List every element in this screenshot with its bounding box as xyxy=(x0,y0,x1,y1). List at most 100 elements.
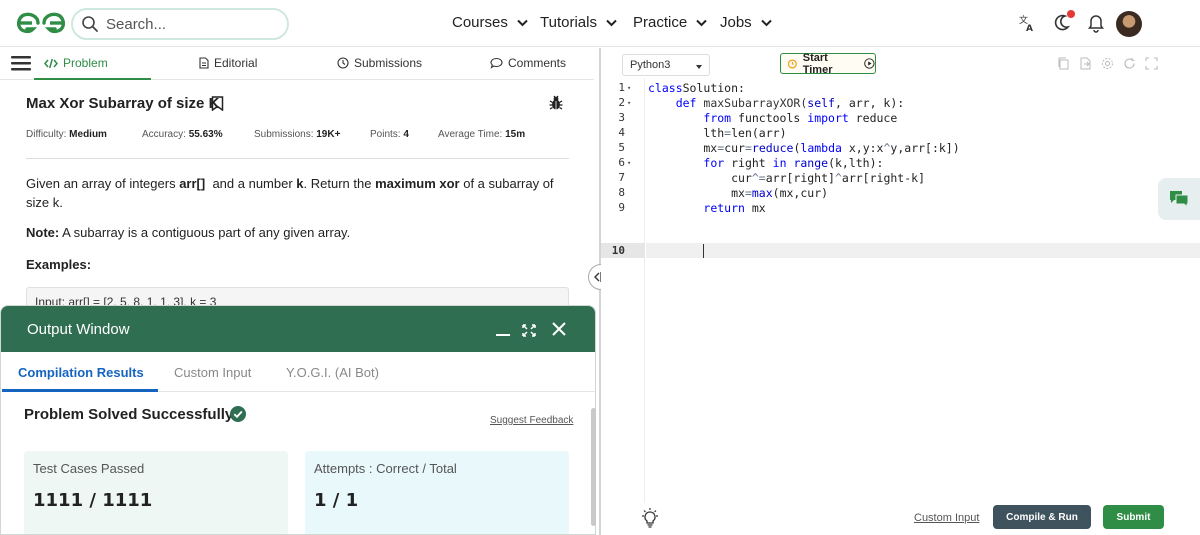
code-token: y,arr[:k]) xyxy=(890,141,960,155)
desc-text: Given an array of integers xyxy=(26,176,180,191)
problem-note: Note: A subarray is a contiguous part of… xyxy=(26,225,350,240)
test-cases-value: 1111 / 1111 xyxy=(33,490,153,511)
scrollbar[interactable] xyxy=(591,408,596,526)
code-editor[interactable]: 1▾ 2▾ 3 4 5 6▾ 7 8 9 10 10 classSolution… xyxy=(601,78,1200,503)
line-number-text: 10 xyxy=(611,244,625,257)
bookmark-icon[interactable] xyxy=(211,96,224,111)
language-select[interactable]: Python3 xyxy=(622,54,710,76)
code-line: cur^=arr[right]^arr[right-k] xyxy=(648,171,925,186)
tab-label: Comments xyxy=(508,56,567,70)
desc-max: maximum xor xyxy=(375,176,460,191)
meta-value: 4 xyxy=(403,129,409,140)
code-token: class xyxy=(648,81,683,95)
avg-time-meta: Average Time: 15m xyxy=(438,129,525,140)
divider xyxy=(26,158,569,159)
tab-problem[interactable]: Problem xyxy=(44,56,108,70)
line-number: 1 ▾ xyxy=(611,81,641,94)
menu-jobs[interactable]: Jobs xyxy=(720,14,772,31)
code-token: right xyxy=(724,156,773,170)
tab-yogi-ai-bot[interactable]: Y.O.G.I. (AI Bot) xyxy=(286,365,379,380)
desc-text: and a number xyxy=(205,176,297,191)
tab-compilation-results[interactable]: Compilation Results xyxy=(18,365,144,380)
editor-toolbar xyxy=(1057,57,1158,70)
meta-label: Difficulty: xyxy=(26,129,67,140)
line-number: 3 xyxy=(611,111,641,124)
code-token: ^= xyxy=(751,171,766,185)
active-tab-indicator xyxy=(2,389,158,392)
fold-arrow-icon[interactable]: ▾ xyxy=(627,159,631,167)
settings-icon[interactable] xyxy=(1101,57,1114,70)
problem-tabs: Problem Editorial Submissions Comments xyxy=(0,48,594,80)
active-tab-indicator xyxy=(34,78,151,80)
meta-value: Medium xyxy=(69,129,107,140)
clock-icon xyxy=(337,57,349,69)
translate-icon[interactable]: 文 A xyxy=(1018,13,1036,33)
play-icon xyxy=(864,58,875,69)
code-icon xyxy=(44,58,58,68)
search-input[interactable]: Search... xyxy=(71,8,289,40)
tab-custom-input[interactable]: Custom Input xyxy=(174,365,251,380)
code-token: mx xyxy=(648,186,745,200)
menu-practice[interactable]: Practice xyxy=(633,14,708,31)
caret-down-icon xyxy=(696,65,702,69)
result-status: Problem Solved Successfully xyxy=(24,406,234,423)
menu-tutorials[interactable]: Tutorials xyxy=(540,14,617,31)
line-number: 5 xyxy=(611,141,641,154)
code-token: maxSubarrayXOR( xyxy=(696,96,808,110)
import-icon[interactable] xyxy=(1079,57,1092,70)
menu-label: Practice xyxy=(633,14,688,31)
menu-label: Jobs xyxy=(720,14,752,31)
menu-courses[interactable]: Courses xyxy=(452,14,528,31)
start-timer-button[interactable]: Start Timer xyxy=(780,52,876,76)
active-line-highlight xyxy=(646,243,1200,258)
difficulty-meta: Difficulty: Medium xyxy=(26,129,107,140)
code-line: for right in range(k,lth): xyxy=(648,156,883,171)
tab-editorial[interactable]: Editorial xyxy=(199,56,257,70)
attempts-card: Attempts : Correct / Total 1 / 1 xyxy=(305,451,569,534)
code-token: , arr, k): xyxy=(834,96,905,110)
chevron-down-icon xyxy=(517,19,528,27)
expand-icon[interactable] xyxy=(521,320,537,338)
bug-report-icon[interactable] xyxy=(548,95,564,111)
fullscreen-icon[interactable] xyxy=(1145,57,1158,70)
bell-icon[interactable] xyxy=(1088,13,1104,33)
points-meta: Points: 4 xyxy=(370,129,409,140)
lightbulb-icon[interactable] xyxy=(639,507,661,529)
line-number: 2 ▾ xyxy=(611,96,641,109)
chat-button[interactable] xyxy=(1158,178,1200,220)
tab-comments[interactable]: Comments xyxy=(490,56,566,70)
hamburger-menu-icon[interactable] xyxy=(11,55,31,71)
fold-arrow-icon[interactable]: ▾ xyxy=(627,84,631,92)
output-window-title: Output Window xyxy=(27,321,130,338)
code-line: from functools import reduce xyxy=(648,111,897,126)
suggest-feedback-link[interactable]: Suggest Feedback xyxy=(490,415,573,426)
code-token: cur xyxy=(648,171,752,185)
gfg-logo[interactable] xyxy=(16,10,66,36)
submissions-meta: Submissions: 19K+ xyxy=(254,129,340,140)
submit-button[interactable]: Submit xyxy=(1103,505,1164,529)
editor-panel: Python3 Start Timer 1 ▾ 2 ▾ 3 4 5 6 ▾ 7 8 9… xyxy=(601,48,1200,535)
code-token: def xyxy=(675,96,697,110)
line-number: 8 xyxy=(611,186,641,199)
code-line: def maxSubarrayXOR(self, arr, k): xyxy=(648,96,905,111)
fold-arrow-icon[interactable]: ▾ xyxy=(627,99,631,107)
chevron-down-icon xyxy=(606,19,617,27)
minimize-icon[interactable] xyxy=(494,320,512,338)
code-token: mx xyxy=(744,201,766,215)
code-line: mx=cur=reduce(lambda x,y:x^y,arr[:k]) xyxy=(648,141,960,156)
test-cases-label: Test Cases Passed xyxy=(33,461,145,476)
close-icon[interactable] xyxy=(550,320,568,338)
chat-icon xyxy=(1170,191,1189,209)
check-circle-icon xyxy=(230,406,246,422)
text-cursor xyxy=(703,244,704,258)
meta-label: Points: xyxy=(370,129,401,140)
compile-run-button[interactable]: Compile & Run xyxy=(993,505,1091,529)
copy-icon[interactable] xyxy=(1057,57,1070,70)
line-number-text: 7 xyxy=(618,171,625,184)
tab-submissions[interactable]: Submissions xyxy=(337,56,422,70)
reset-icon[interactable] xyxy=(1123,57,1136,70)
custom-input-link[interactable]: Custom Input xyxy=(914,512,979,524)
line-number-text: 2 xyxy=(618,96,625,109)
avatar[interactable] xyxy=(1116,11,1142,37)
